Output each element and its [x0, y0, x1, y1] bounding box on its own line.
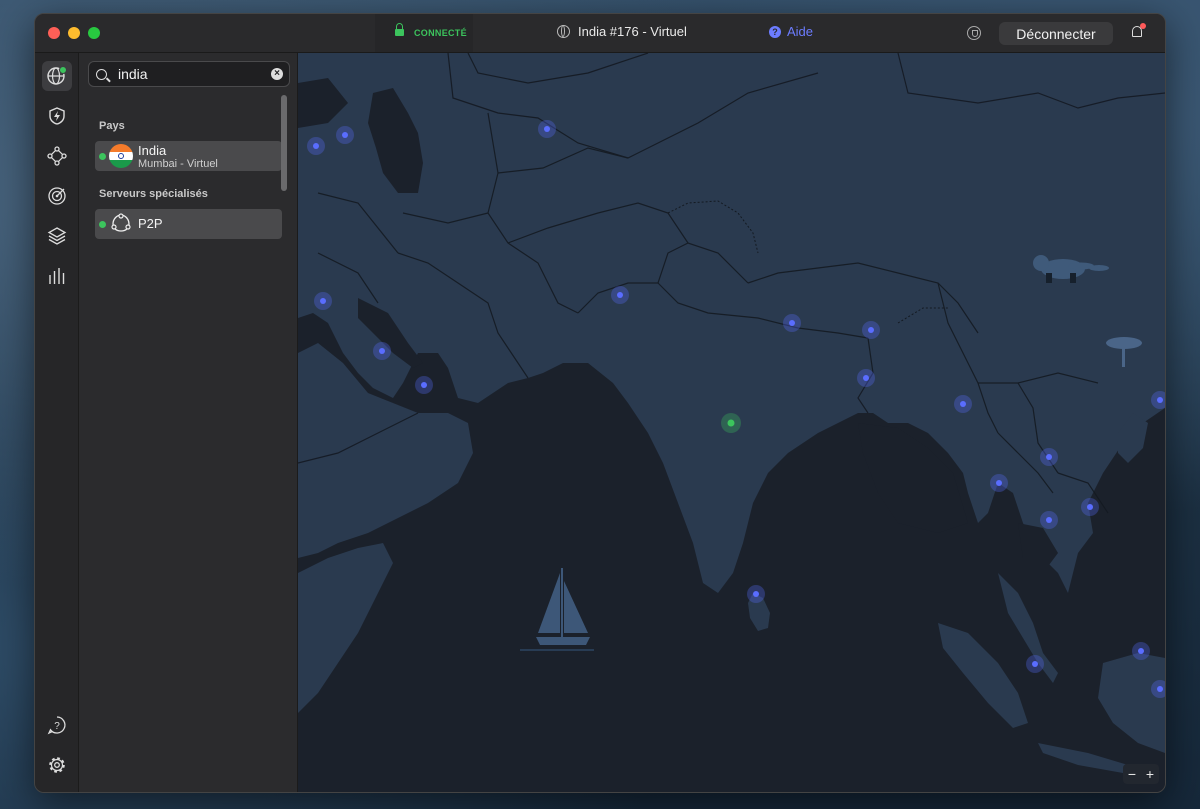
help-icon: ? — [47, 716, 66, 735]
meshnet-icon — [47, 146, 67, 166]
zoom-in-button[interactable]: + — [1146, 766, 1154, 782]
gear-icon — [49, 757, 65, 773]
zoom-window-button[interactable] — [88, 27, 100, 39]
map-canvas — [298, 53, 1165, 773]
section-specialized: Serveurs spécialisés — [99, 188, 208, 200]
connected-server-marker[interactable] — [727, 419, 735, 427]
search-icon — [96, 68, 107, 80]
stats-icon — [49, 268, 65, 284]
country-item-india[interactable]: India Mumbai - Virtuel — [95, 141, 282, 171]
server-marker[interactable] — [617, 292, 623, 298]
server-marker[interactable] — [1087, 504, 1093, 510]
server-marker[interactable] — [379, 348, 385, 354]
stats-nav-button[interactable] — [42, 261, 72, 291]
india-flag-icon — [109, 144, 133, 168]
server-marker[interactable] — [342, 132, 348, 138]
app-window: CONNECTÉ India #176 - Virtuel ? Aide Déc… — [34, 13, 1166, 793]
current-server-name: India #176 - Virtuel — [578, 24, 687, 39]
zoom-out-button[interactable]: − — [1128, 766, 1136, 782]
globe-icon — [557, 25, 570, 38]
server-marker[interactable] — [996, 480, 1002, 486]
server-marker[interactable] — [960, 401, 966, 407]
specialized-item-p2p[interactable]: P2P — [95, 209, 282, 239]
specialized-name: P2P — [138, 216, 163, 231]
zoom-controls: − + — [1123, 764, 1159, 784]
server-marker[interactable] — [421, 382, 427, 388]
notification-dot — [1140, 23, 1146, 29]
server-marker[interactable] — [1032, 661, 1038, 667]
globe-icon — [47, 66, 67, 85]
threat-protection-icon[interactable] — [967, 26, 981, 40]
search-box: × — [88, 61, 290, 87]
online-status-dot — [99, 153, 106, 160]
settings-nav-button[interactable] — [42, 750, 72, 780]
section-countries: Pays — [99, 120, 125, 132]
countries-nav-button[interactable] — [42, 61, 72, 91]
help-label: Aide — [787, 24, 814, 39]
lock-icon — [395, 23, 404, 38]
search-input[interactable] — [116, 65, 270, 83]
server-marker[interactable] — [313, 143, 319, 149]
close-window-button[interactable] — [48, 27, 60, 39]
bell-icon[interactable] — [1132, 23, 1146, 37]
connection-status: CONNECTÉ — [375, 14, 473, 52]
threat-protection-nav-button[interactable] — [42, 101, 72, 131]
icon-bar: ? — [35, 53, 79, 792]
lightning-shield-icon — [49, 107, 65, 125]
server-marker[interactable] — [868, 327, 874, 333]
target-icon — [48, 187, 66, 205]
title-bar: CONNECTÉ India #176 - Virtuel ? Aide Déc… — [35, 14, 1165, 53]
server-marker[interactable] — [544, 126, 550, 132]
server-marker[interactable] — [1046, 454, 1052, 460]
clear-search-icon[interactable]: × — [271, 68, 283, 80]
server-marker[interactable] — [1138, 648, 1144, 654]
server-marker[interactable] — [1157, 686, 1163, 692]
current-server: India #176 - Virtuel — [557, 24, 687, 39]
layers-nav-button[interactable] — [42, 221, 72, 251]
specialty-nav-button[interactable] — [42, 181, 72, 211]
server-marker[interactable] — [320, 298, 326, 304]
layers-icon — [47, 227, 67, 245]
help-link[interactable]: ? Aide — [769, 24, 813, 39]
server-marker[interactable] — [789, 320, 795, 326]
server-marker[interactable] — [1046, 517, 1052, 523]
question-icon: ? — [769, 25, 781, 38]
server-marker[interactable] — [753, 591, 759, 597]
minimize-window-button[interactable] — [68, 27, 80, 39]
country-sub-label: Mumbai - Virtuel — [138, 158, 218, 170]
disconnect-button[interactable]: Déconnecter — [999, 22, 1113, 45]
p2p-icon — [111, 213, 131, 232]
server-marker[interactable] — [1157, 397, 1163, 403]
online-status-dot — [99, 221, 106, 228]
connection-status-text: CONNECTÉ — [414, 28, 467, 38]
world-map[interactable]: − + — [298, 53, 1165, 792]
svg-text:?: ? — [54, 721, 60, 732]
help-nav-button[interactable]: ? — [42, 710, 72, 740]
meshnet-nav-button[interactable] — [42, 141, 72, 171]
country-name: India — [138, 143, 167, 158]
server-marker[interactable] — [863, 375, 869, 381]
sidebar-scrollbar[interactable] — [281, 95, 287, 191]
sidebar: × Pays India Mumbai - Virtuel Serveurs s… — [79, 53, 298, 792]
